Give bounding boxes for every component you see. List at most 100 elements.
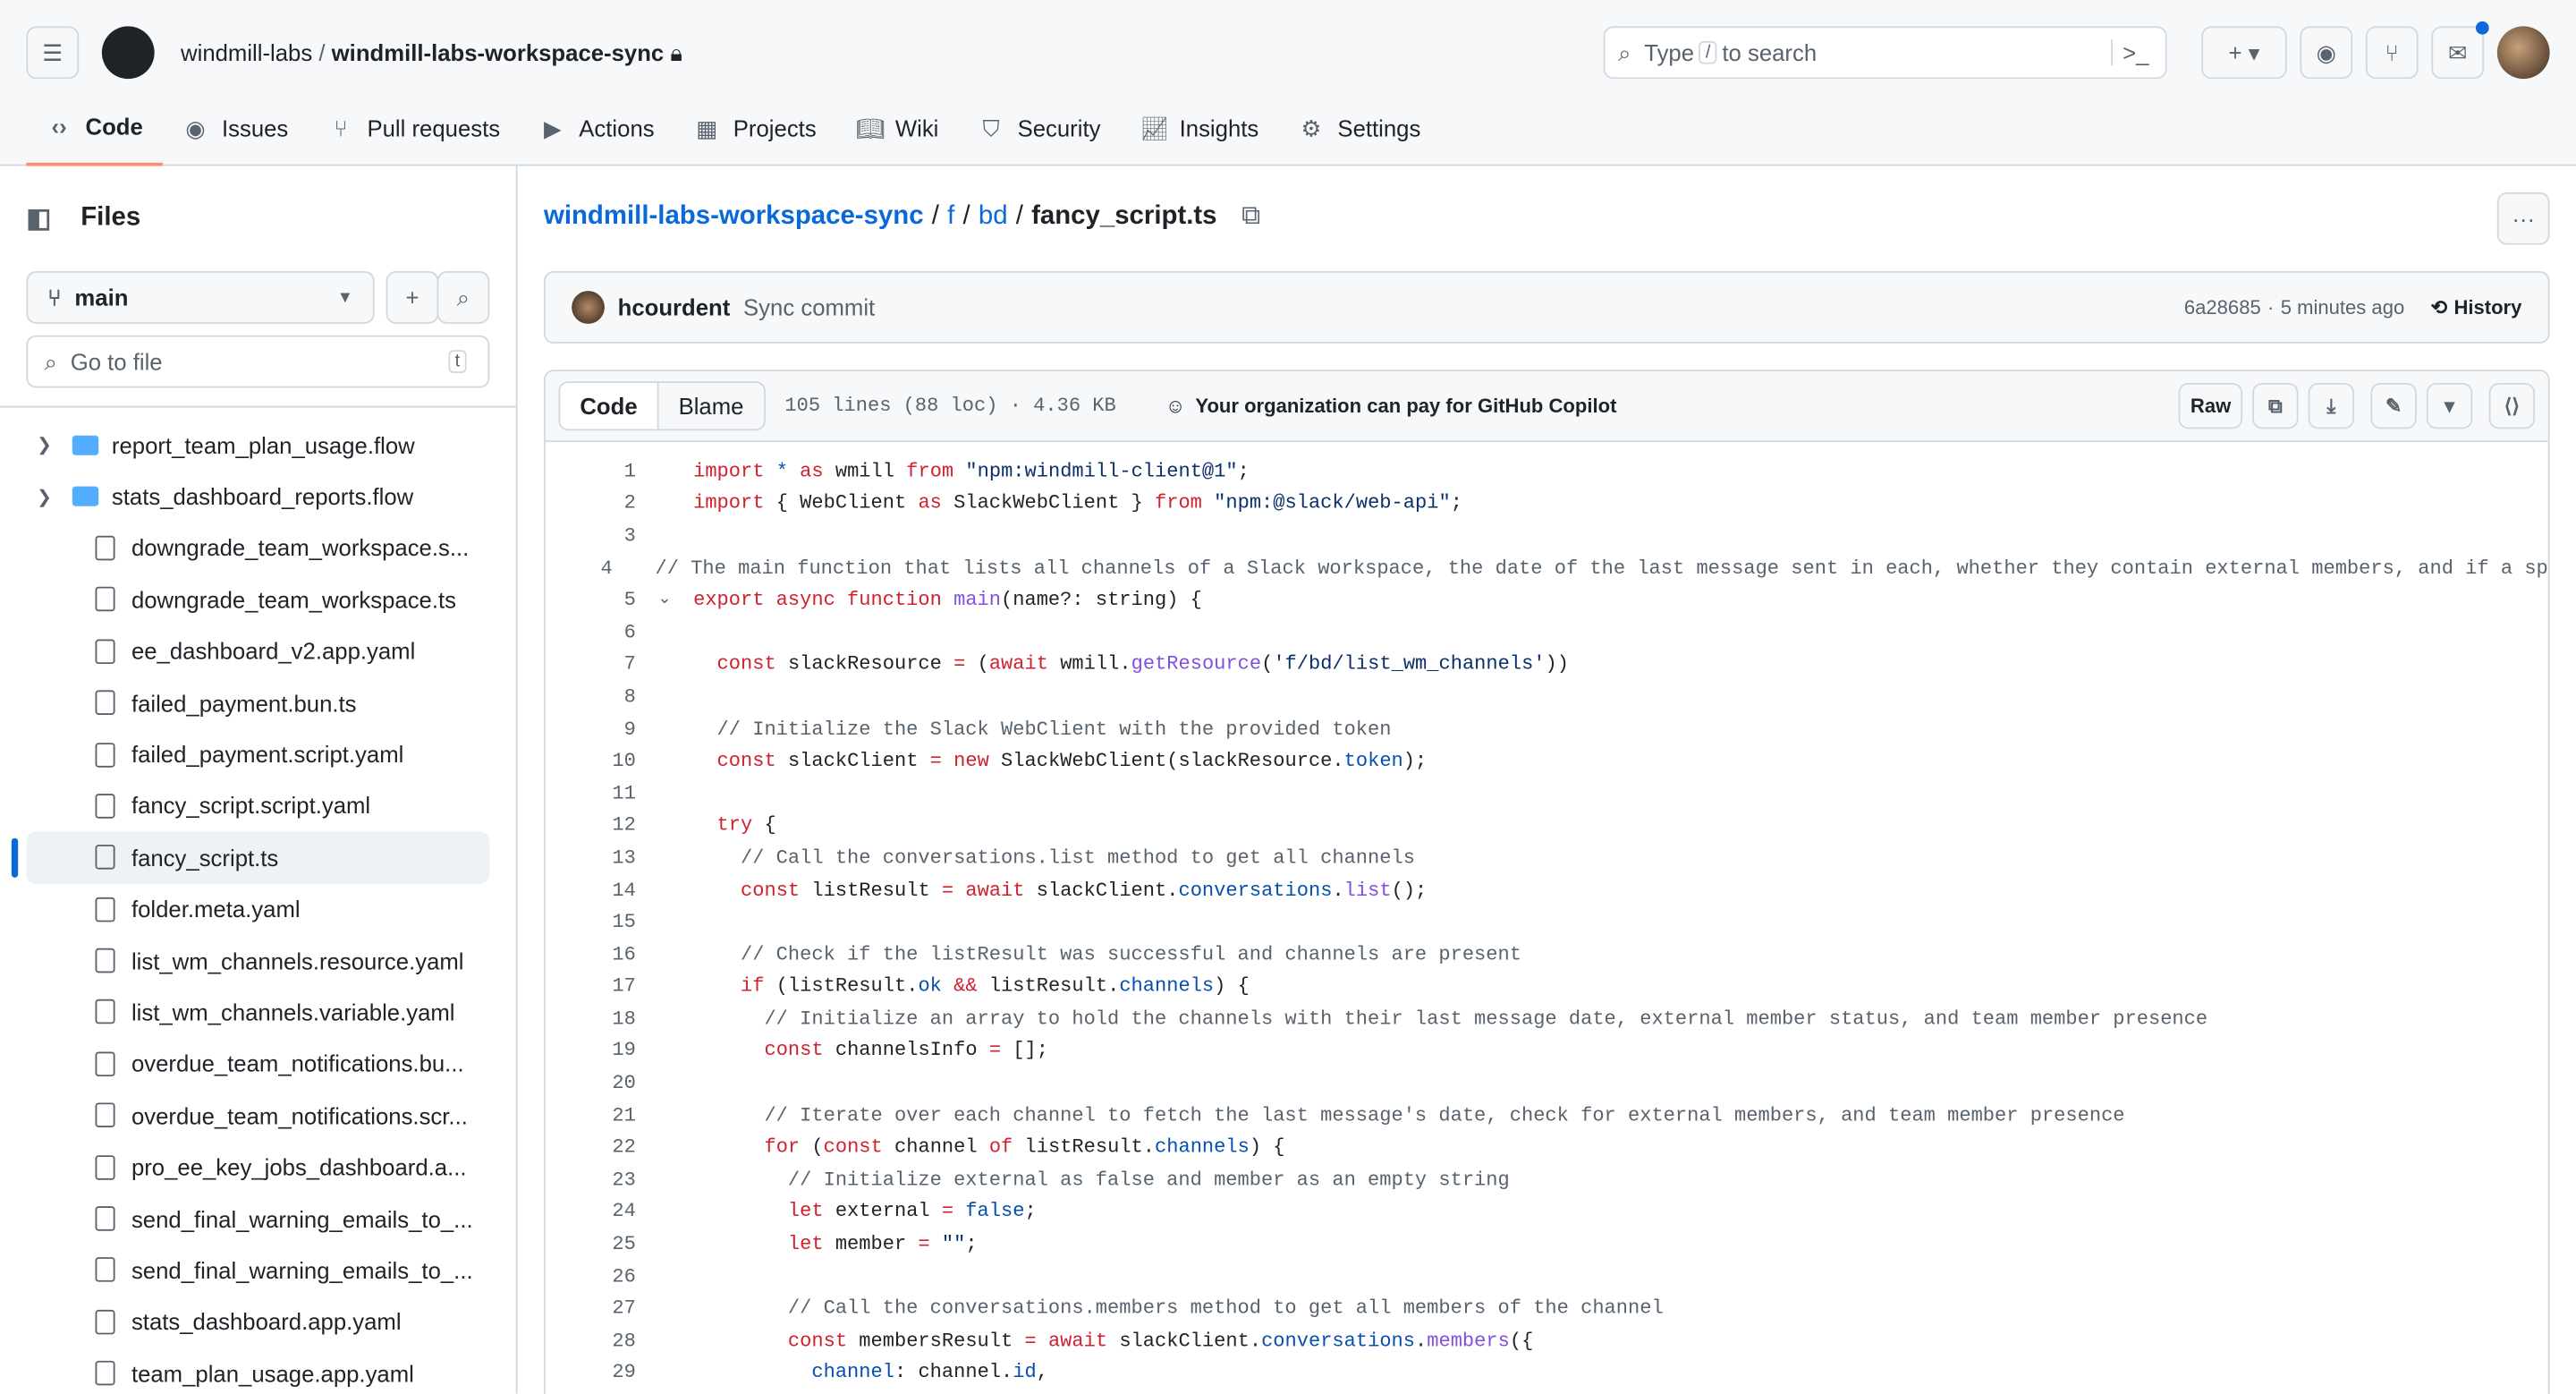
line-number[interactable]: 3	[546, 524, 636, 548]
code-tab[interactable]: Code	[560, 382, 659, 429]
line-number[interactable]: 4	[546, 557, 613, 580]
tab-insights[interactable]: 📈︎ Insights	[1121, 102, 1279, 155]
tree-item[interactable]: send_final_warning_emails_to_...	[26, 1193, 489, 1245]
github-logo[interactable]	[101, 26, 155, 80]
tree-item[interactable]: folder.meta.yaml	[26, 883, 489, 935]
line-number[interactable]: 25	[546, 1233, 635, 1256]
breadcrumb-folder-link[interactable]: f	[947, 202, 954, 232]
breadcrumb-repo-link[interactable]: windmill-labs-workspace-sync	[544, 202, 924, 232]
tree-item[interactable]: list_wm_channels.resource.yaml	[26, 935, 489, 987]
tree-item[interactable]: failed_payment.script.yaml	[26, 728, 489, 780]
line-number[interactable]: 27	[546, 1297, 635, 1321]
code-token: (	[1261, 652, 1274, 676]
code-token: =	[941, 878, 954, 902]
chevron-right-icon[interactable]: ❯	[26, 434, 62, 455]
line-number[interactable]: 10	[546, 750, 635, 773]
tree-item[interactable]: team_plan_usage.app.yaml	[26, 1347, 489, 1394]
tree-item[interactable]: downgrade_team_workspace.ts	[26, 574, 489, 625]
breadcrumb-folder-link[interactable]: bd	[979, 202, 1008, 232]
issues-button[interactable]: ◉	[2300, 26, 2353, 80]
tab-wiki[interactable]: 📖︎ Wiki	[836, 102, 959, 155]
tree-item[interactable]: failed_payment.bun.ts	[26, 677, 489, 729]
tree-item[interactable]: ❯ stats_dashboard_reports.flow	[26, 471, 489, 523]
line-number[interactable]: 20	[546, 1072, 635, 1095]
line-number[interactable]: 26	[546, 1265, 635, 1288]
line-number[interactable]: 11	[546, 782, 635, 805]
tree-item[interactable]: ❯ report_team_plan_usage.flow	[26, 419, 489, 471]
code-token: channel	[811, 1361, 894, 1385]
tab-security[interactable]: ⛉ Security	[958, 102, 1120, 155]
copilot-banner[interactable]: ☺ Your organization can pay for GitHub Co…	[1165, 395, 1617, 418]
line-number[interactable]: 24	[546, 1201, 635, 1224]
line-number[interactable]: 7	[546, 653, 636, 676]
tab-pull-requests[interactable]: ⑂ Pull requests	[308, 102, 520, 155]
line-number[interactable]: 17	[546, 975, 635, 999]
tab-projects[interactable]: ▦ Projects	[674, 102, 836, 155]
tree-item[interactable]: send_final_warning_emails_to_...	[26, 1245, 489, 1296]
line-number[interactable]: 21	[546, 1104, 635, 1127]
create-new-button[interactable]: + ▾	[2201, 26, 2287, 80]
line-number[interactable]: 13	[546, 846, 635, 870]
tree-item[interactable]: overdue_team_notifications.scr...	[26, 1090, 489, 1142]
notifications-button[interactable]: ✉	[2431, 21, 2489, 80]
owner-link[interactable]: windmill-labs	[181, 38, 312, 64]
go-to-file-input[interactable]: ⌕ Go to file t	[26, 335, 490, 388]
edit-options-button[interactable]: ▾	[2426, 382, 2473, 429]
tree-item[interactable]: pro_ee_key_jobs_dashboard.a...	[26, 1142, 489, 1194]
symbols-button[interactable]: ⟨⟩	[2488, 382, 2536, 429]
line-number[interactable]: 14	[546, 879, 635, 902]
code-token: ;	[1450, 491, 1462, 515]
tab-settings[interactable]: ⚙ Settings	[1278, 102, 1440, 155]
line-number[interactable]: 23	[546, 1169, 635, 1192]
author-avatar[interactable]	[572, 291, 605, 324]
tab-actions[interactable]: ▶ Actions	[520, 102, 674, 155]
tree-item[interactable]: fancy_script.ts	[11, 831, 490, 884]
tree-item[interactable]: fancy_script.script.yaml	[26, 780, 489, 832]
branch-selector[interactable]: ⑂ main ▼	[26, 271, 375, 324]
search-files-button[interactable]: ⌕	[436, 271, 490, 324]
line-number[interactable]: 16	[546, 943, 635, 966]
line-number[interactable]: 2	[546, 492, 636, 515]
line-number[interactable]: 18	[546, 1007, 635, 1031]
line-number[interactable]: 22	[546, 1136, 635, 1160]
edit-button[interactable]: ✎	[2370, 382, 2417, 429]
blame-tab[interactable]: Blame	[659, 383, 764, 429]
chevron-right-icon[interactable]: ❯	[26, 486, 62, 507]
tree-item[interactable]: stats_dashboard.app.yaml	[26, 1296, 489, 1348]
repo-link[interactable]: windmill-labs-workspace-sync	[332, 38, 665, 64]
line-number[interactable]: 15	[546, 911, 635, 934]
history-button[interactable]: ⟲ History	[2431, 296, 2522, 319]
add-file-button[interactable]: +	[386, 271, 439, 324]
collapse-sidebar-icon[interactable]: ◧	[26, 202, 51, 235]
line-number[interactable]: 5	[546, 589, 636, 612]
line-number[interactable]: 28	[546, 1330, 635, 1353]
avatar[interactable]	[2496, 26, 2550, 80]
tree-item[interactable]: downgrade_team_workspace.s...	[26, 523, 489, 574]
pull-requests-button[interactable]: ⑂	[2365, 26, 2419, 80]
line-number[interactable]: 1	[546, 460, 636, 483]
commit-sha[interactable]: 6a28685	[2184, 296, 2261, 319]
tree-item[interactable]: ee_dashboard_v2.app.yaml	[26, 625, 489, 677]
line-number[interactable]: 8	[546, 685, 636, 709]
download-button[interactable]: ⤓	[2308, 382, 2355, 429]
line-number[interactable]: 12	[546, 814, 635, 837]
line-number[interactable]: 9	[546, 718, 636, 741]
chevron-down-icon[interactable]: ⌄	[636, 591, 693, 610]
line-number[interactable]: 19	[546, 1040, 635, 1063]
commit-message[interactable]: Sync commit	[743, 294, 875, 320]
copy-path-icon[interactable]: ⧉	[1241, 202, 1260, 232]
copy-raw-button[interactable]: ⧉	[2252, 382, 2299, 429]
commit-author[interactable]: hcourdent	[618, 294, 731, 320]
line-number[interactable]: 29	[546, 1362, 635, 1385]
tree-item[interactable]: list_wm_channels.variable.yaml	[26, 987, 489, 1039]
tab-issues[interactable]: ◉ Issues	[163, 102, 308, 155]
tab-code[interactable]: ‹› Code	[26, 102, 163, 166]
history-icon: ⟲	[2430, 295, 2448, 319]
search-input[interactable]: ⌕ Type / to search >_	[1603, 26, 2167, 80]
command-palette-icon[interactable]: >_	[2111, 39, 2158, 66]
menu-button[interactable]: ☰	[26, 26, 80, 80]
raw-button[interactable]: Raw	[2179, 382, 2243, 429]
line-number[interactable]: 6	[546, 621, 636, 644]
tree-item[interactable]: overdue_team_notifications.bu...	[26, 1038, 489, 1090]
more-options-button[interactable]: ···	[2496, 191, 2550, 245]
